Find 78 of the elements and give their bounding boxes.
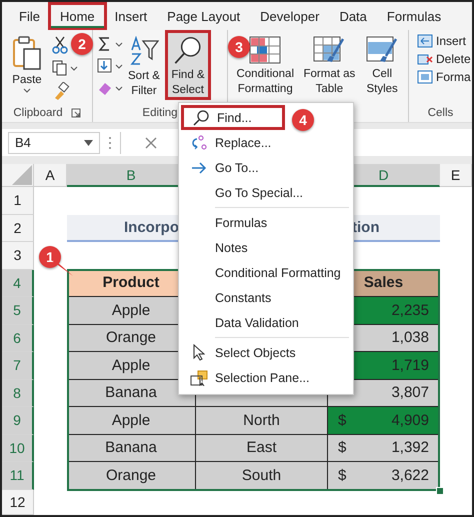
table-cell: South xyxy=(196,462,328,490)
insert-cells-icon xyxy=(417,34,433,48)
name-box[interactable]: B4 xyxy=(8,132,100,154)
ribbon-tab[interactable]: Developer xyxy=(251,4,328,28)
amount-value: 3,622 xyxy=(391,466,429,484)
copy-icon[interactable] xyxy=(52,60,78,76)
amount-value: 4,909 xyxy=(391,412,429,429)
insert-button[interactable]: Insert xyxy=(417,34,472,48)
column-header[interactable]: A xyxy=(34,164,67,187)
table-cell: Banana xyxy=(67,434,196,462)
menu-item[interactable]: Notes xyxy=(179,235,353,260)
cell-styles-button[interactable]: Cell Styles xyxy=(360,34,404,99)
search-icon xyxy=(193,110,209,126)
row-header[interactable]: 6 xyxy=(2,324,34,352)
menu-item[interactable]: Formulas xyxy=(179,210,353,235)
row-header[interactable]: 11 xyxy=(2,462,34,490)
amount-value: 3,807 xyxy=(391,384,429,402)
grip-icon xyxy=(108,136,112,150)
paste-button[interactable]: Paste xyxy=(6,34,48,98)
fill-handle[interactable] xyxy=(436,487,444,495)
clipboard-icon xyxy=(12,36,42,70)
title-text: Incorpo xyxy=(124,218,179,236)
fill-icon[interactable] xyxy=(97,58,123,74)
selection-pane-icon xyxy=(190,370,208,386)
ribbon-tab[interactable]: Data xyxy=(330,4,376,28)
ribbon-tab[interactable]: Formulas xyxy=(378,4,450,28)
ribbon-tab[interactable]: Page Layout xyxy=(158,4,250,28)
cell-brush-icon xyxy=(366,36,398,64)
amount-value: 1,038 xyxy=(391,329,429,346)
format-cells-icon xyxy=(417,70,433,84)
format-as-table-button[interactable]: Format as Table xyxy=(302,34,356,99)
row-header[interactable]: 8 xyxy=(2,380,34,407)
ribbon-tab[interactable]: Home xyxy=(50,4,104,28)
find-select-button[interactable]: Find & Select xyxy=(164,30,211,100)
sum-icon[interactable] xyxy=(97,36,123,52)
ribbon-tab[interactable]: Insert xyxy=(106,4,156,28)
close-icon[interactable] xyxy=(145,136,157,148)
menu-item[interactable]: Replace... xyxy=(179,130,353,155)
row-header[interactable]: 7 xyxy=(2,352,34,380)
row-header[interactable]: 10 xyxy=(2,434,34,462)
currency-sign: $ xyxy=(338,466,346,484)
table-cell: Apple xyxy=(67,407,196,434)
amount-value: 1,392 xyxy=(391,439,429,456)
caret-icon xyxy=(23,88,31,93)
amount-value: 1,719 xyxy=(391,356,429,374)
arrow-icon xyxy=(191,162,207,174)
ribbon-tab[interactable]: File xyxy=(10,4,49,28)
table-cell: Orange xyxy=(67,462,196,490)
cursor-icon xyxy=(193,344,205,361)
group-label: Cells xyxy=(428,107,454,119)
row-header[interactable]: 5 xyxy=(2,297,34,324)
dialog-launcher-icon[interactable] xyxy=(70,108,81,118)
row-header[interactable]: 2 xyxy=(2,214,34,242)
row-header[interactable]: 1 xyxy=(2,187,34,214)
group-label: Clipboard xyxy=(13,107,63,119)
row-header[interactable]: 12 xyxy=(2,490,34,515)
menu-item[interactable]: Find... xyxy=(181,105,285,130)
row-header[interactable]: 9 xyxy=(2,407,34,434)
sort-filter-button[interactable]: Sort & Filter xyxy=(127,34,161,101)
scissors-icon[interactable] xyxy=(52,36,68,54)
table-cell: North xyxy=(196,407,328,434)
table-cell: East xyxy=(196,434,328,462)
format-button[interactable]: Forma xyxy=(417,70,472,84)
group-label: Editing xyxy=(142,107,178,119)
row-header[interactable]: 4 xyxy=(2,270,34,297)
delete-button[interactable]: Delete xyxy=(417,52,472,66)
row-header[interactable]: 3 xyxy=(2,242,34,270)
delete-cells-icon xyxy=(417,52,433,66)
format-painter-icon[interactable] xyxy=(52,82,70,100)
sort-filter-icon xyxy=(128,36,159,66)
conditional-formatting-icon xyxy=(249,36,282,64)
currency-sign: $ xyxy=(338,439,346,456)
eraser-icon[interactable] xyxy=(97,80,123,96)
table-brush-icon xyxy=(313,36,346,64)
currency-sign: $ xyxy=(338,412,346,429)
column-header[interactable]: E xyxy=(440,164,472,187)
amount-value: 2,235 xyxy=(391,302,429,319)
replace-icon xyxy=(191,134,207,150)
